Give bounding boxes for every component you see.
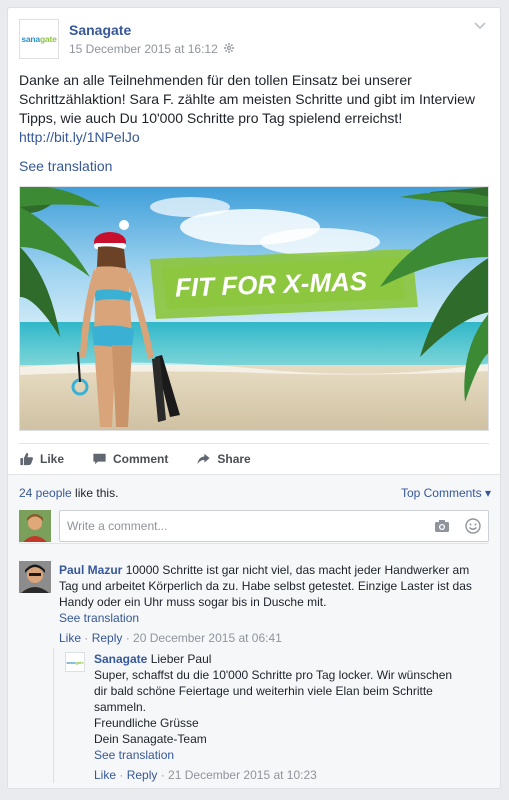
share-button[interactable]: Share — [196, 452, 251, 466]
comment-like-link[interactable]: Like — [59, 631, 81, 645]
comment-footer: Like · Reply · 20 December 2015 at 06:41 — [59, 631, 282, 645]
reply-item: Sanagate Lieber Paul Super, schaffst du … — [94, 651, 466, 783]
share-icon — [197, 453, 210, 465]
reply-line-4: Dein Sanagate-Team — [94, 732, 207, 746]
post-text: Danke an alle Teilnehmenden für den toll… — [19, 71, 491, 147]
like-label: Like — [40, 452, 65, 466]
likes-count-link[interactable]: 24 people — [19, 486, 72, 500]
comment-label: Comment — [113, 452, 169, 466]
thumbs-up-icon — [20, 452, 33, 466]
page-name[interactable]: Sanagate — [69, 22, 131, 38]
beach-scene: FIT FOR X-MAS — [20, 187, 488, 430]
post-timestamp[interactable]: 15 December 2015 at 16:12 — [69, 42, 218, 56]
reply-author[interactable]: Sanagate — [94, 652, 147, 666]
post-actions: Like Comment Share — [19, 443, 489, 474]
comment-reply-link[interactable]: Reply — [92, 631, 123, 645]
post-image[interactable]: FIT FOR X-MAS — [19, 186, 489, 431]
comment-input[interactable]: Write a comment... — [59, 510, 489, 542]
commenter-avatar[interactable] — [19, 561, 51, 593]
likes-suffix: like this. — [71, 486, 119, 500]
comment-time[interactable]: 20 December 2015 at 06:41 — [133, 631, 282, 645]
comment-icon — [93, 453, 106, 465]
comment-composer: Write a comment... — [19, 510, 489, 544]
logo-text-accent: gate — [39, 34, 57, 44]
logo-text: sana — [21, 34, 40, 44]
reply-logo-accent: gate — [75, 659, 84, 665]
comment-button[interactable]: Comment — [92, 452, 168, 466]
comment-item: Paul Mazur 10000 Schritte ist gar nicht … — [59, 562, 491, 646]
share-label: Share — [217, 452, 251, 466]
post-header: sana gate Sanagate 15 December 2015 at 16… — [19, 19, 489, 61]
like-summary: 24 people like this. — [19, 486, 118, 500]
comments-section: 24 people like this. Top Comments ▾ Writ… — [8, 474, 500, 788]
reply-footer: Like · Reply · 21 December 2015 at 10:23 — [94, 768, 317, 782]
post-body: Danke an alle Teilnehmenden für den toll… — [19, 72, 475, 126]
reply-line-1: Lieber Paul — [147, 652, 212, 666]
comment-see-translation[interactable]: See translation — [59, 610, 491, 626]
post-link[interactable]: http://bit.ly/1NPelJo — [19, 129, 140, 145]
like-button[interactable]: Like — [19, 452, 64, 466]
page-avatar[interactable]: sana gate — [19, 19, 59, 59]
audience-icon[interactable] — [223, 42, 234, 56]
camera-icon[interactable] — [434, 518, 450, 534]
emoji-icon[interactable] — [465, 518, 481, 534]
comment-author[interactable]: Paul Mazur — [59, 563, 122, 577]
reply-line-2: Super, schaffst du die 10'000 Schritte p… — [94, 668, 453, 714]
reply-like-link[interactable]: Like — [94, 768, 116, 782]
reply-avatar[interactable]: sana gate — [65, 652, 85, 672]
reply-logo-text: sana — [66, 659, 76, 665]
see-translation-link[interactable]: See translation — [19, 158, 112, 174]
chevron-down-icon[interactable] — [473, 19, 489, 35]
reply-reply-link[interactable]: Reply — [127, 768, 158, 782]
reply-line-3: Freundliche Grüsse — [94, 716, 199, 730]
user-avatar[interactable] — [19, 510, 51, 542]
reply-thread-line — [53, 648, 54, 783]
reply-time[interactable]: 21 December 2015 at 10:23 — [168, 768, 317, 782]
top-comments-dropdown[interactable]: Top Comments ▾ — [401, 486, 491, 500]
reply-see-translation[interactable]: See translation — [94, 747, 466, 763]
post-card: sana gate Sanagate 15 December 2015 at 16… — [7, 7, 501, 789]
post-meta: 15 December 2015 at 16:12 — [69, 42, 234, 56]
